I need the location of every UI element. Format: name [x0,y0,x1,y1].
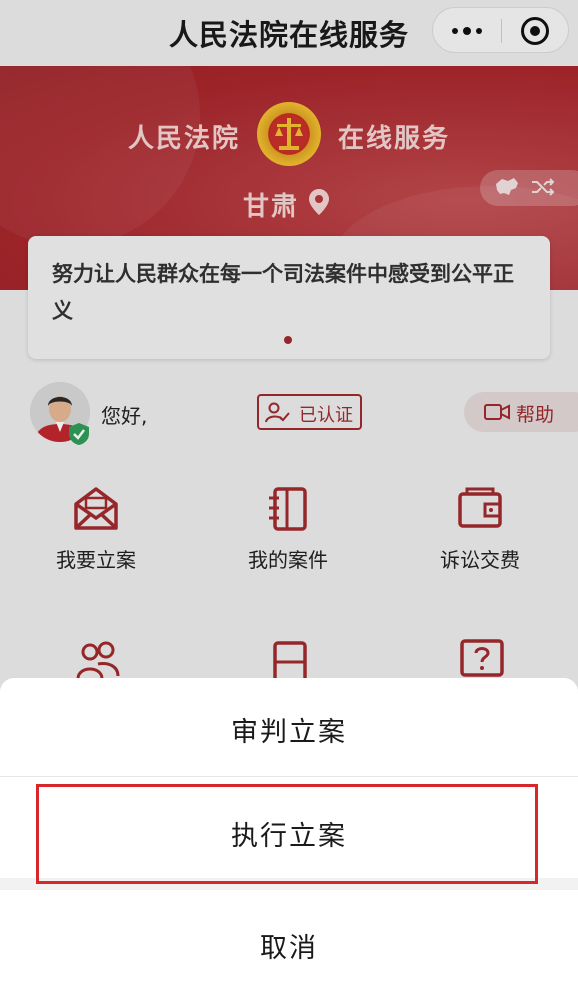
more-dot-icon [463,27,471,35]
shuffle-icon [532,178,555,196]
grid-item-label: 我要立案 [56,548,136,572]
cancel-button[interactable]: 取消 [0,926,578,965]
greeting-text: 您好, [101,404,148,428]
wallet-icon [458,487,502,528]
grid-item-label: 诉讼交费 [440,548,520,572]
video-camera-icon [484,404,510,420]
verified-label: 已认证 [299,405,353,426]
title-bar: 人民法院在线服务 [0,0,578,64]
help-label: 帮助 [516,404,555,426]
carousel-indicator [284,336,292,344]
people-icon[interactable] [76,640,120,680]
china-map-icon [496,178,518,195]
highlight-box [36,784,538,884]
trial-filing-option[interactable]: 审判立案 [0,710,578,749]
region-switch-button[interactable] [480,170,578,206]
banner-left-text: 人民法院 [128,124,241,154]
capsule-divider [501,19,502,43]
sheet-divider [0,776,578,777]
grid-item-litigation-fee[interactable]: 诉讼交费 [410,486,550,573]
location-pin-icon[interactable] [308,188,330,216]
envelope-case-icon [74,487,118,530]
verified-shield-icon [69,423,89,445]
slogan-text: 努力让人民群众在每一个司法案件中感受到公平正义 [52,262,514,323]
more-dot-icon [476,28,482,34]
verified-badge[interactable]: 已认证 [257,394,362,430]
more-options-button[interactable] [433,8,501,54]
notebook-icon [269,487,307,531]
court-emblem-icon [257,102,321,166]
banner-right-text: 在线服务 [338,124,451,154]
grid-item-my-cases[interactable]: 我的案件 [218,486,358,573]
banner-decoration [0,66,200,246]
region-selector[interactable]: 甘肃 [243,186,299,223]
mini-program-capsule [432,7,569,53]
user-verified-icon [265,402,290,423]
more-dot-icon [452,28,458,34]
grid-item-file-case[interactable]: 我要立案 [26,486,166,573]
help-button[interactable]: 帮助 [464,392,578,432]
phone-icon[interactable] [270,640,310,680]
grid-item-label: 我的案件 [248,548,328,572]
close-target-icon[interactable] [521,17,549,45]
help-question-icon[interactable] [459,638,505,680]
